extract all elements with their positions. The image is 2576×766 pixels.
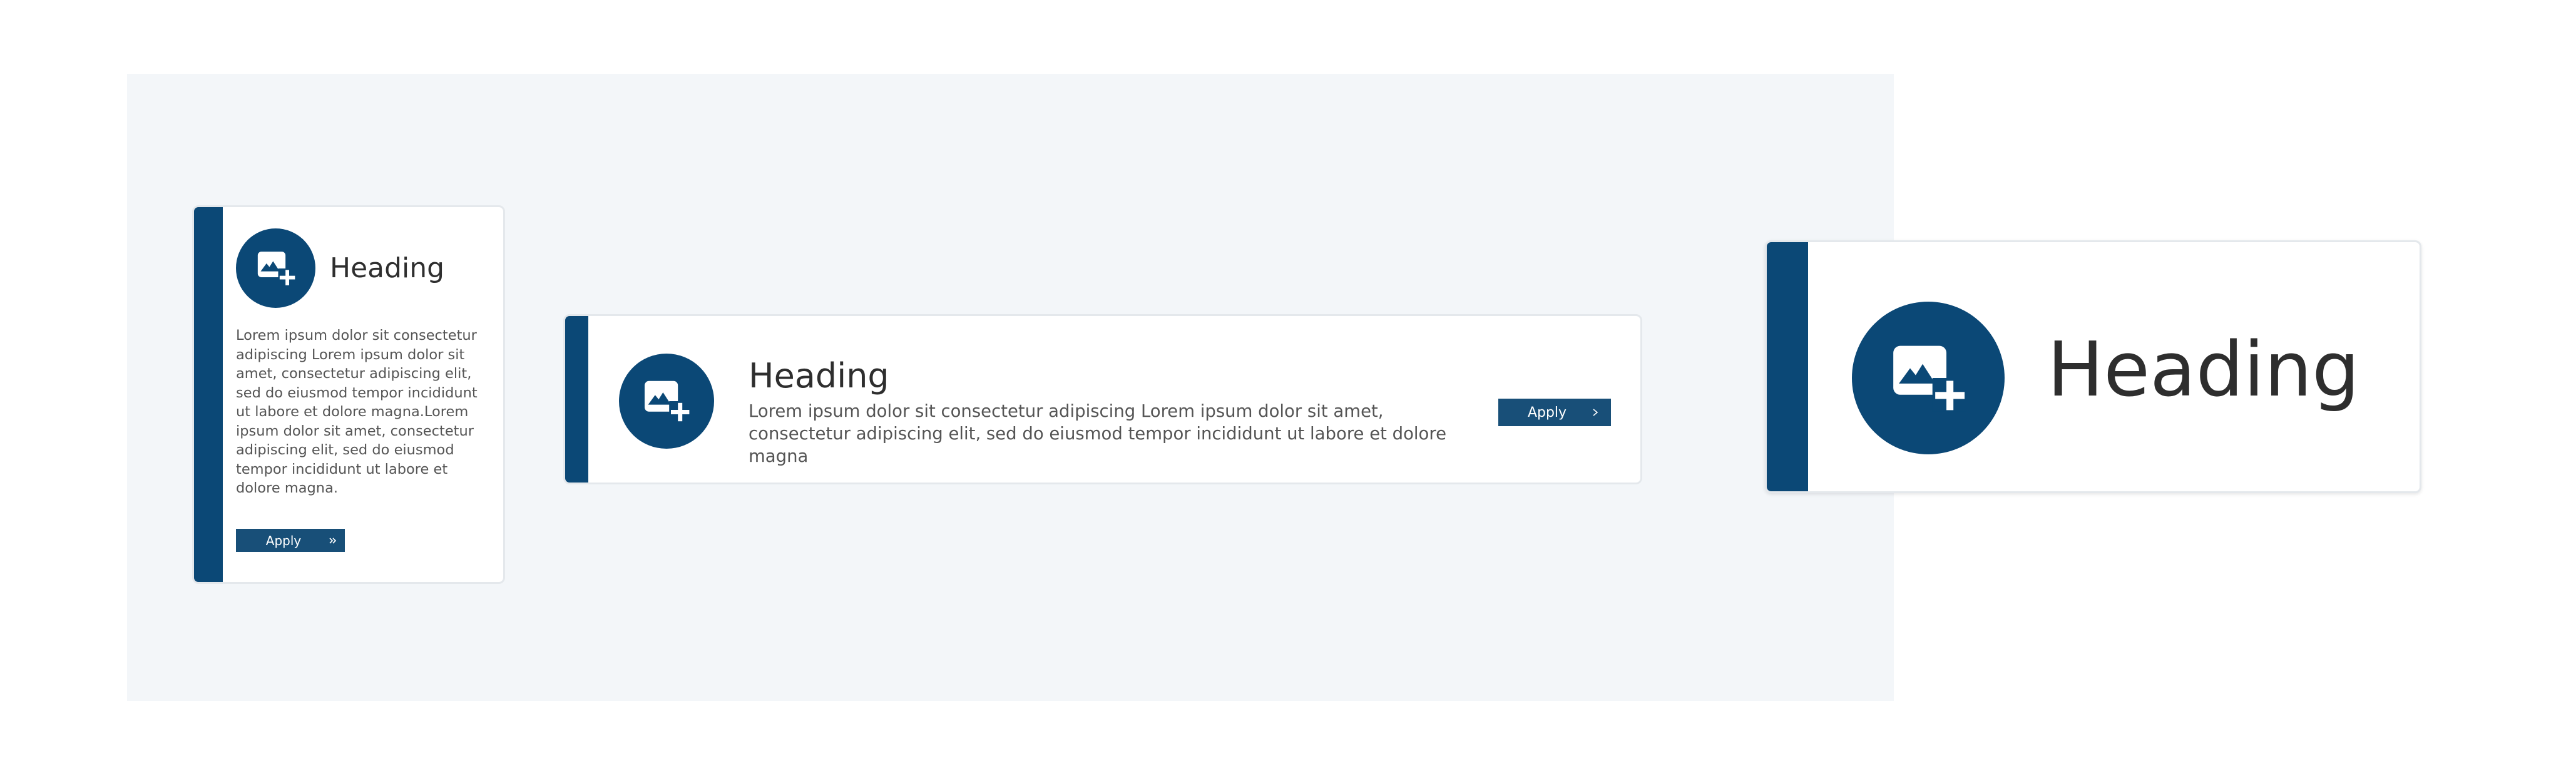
image-add-icon bbox=[619, 354, 714, 449]
card-heading: Heading bbox=[749, 356, 889, 396]
large-heading-card: Heading bbox=[1765, 240, 2421, 493]
canvas: Heading Lorem ipsum dolor sit consectetu… bbox=[0, 0, 2576, 766]
card-accent-bar bbox=[565, 316, 588, 483]
card-heading: Heading bbox=[330, 252, 445, 284]
card-description: Lorem ipsum dolor sit consectetur adipis… bbox=[236, 327, 478, 496]
vertical-card: Heading Lorem ipsum dolor sit consectetu… bbox=[192, 205, 505, 584]
apply-button-label: Apply bbox=[265, 533, 302, 548]
apply-button[interactable]: Apply bbox=[236, 529, 345, 552]
card-accent-bar bbox=[194, 207, 223, 582]
horizontal-card: Heading Lorem ipsum dolor sit consectetu… bbox=[563, 314, 1642, 484]
card-accent-bar bbox=[1767, 242, 1808, 491]
image-add-icon bbox=[1852, 302, 2005, 454]
image-add-icon bbox=[236, 228, 315, 308]
double-chevron-right-icon bbox=[329, 536, 337, 545]
apply-button-label: Apply bbox=[1527, 404, 1567, 421]
card-heading: Heading bbox=[2047, 327, 2360, 414]
apply-button[interactable]: Apply bbox=[1498, 399, 1611, 426]
card-description: Lorem ipsum dolor sit consectetur adipis… bbox=[749, 401, 1446, 466]
chevron-right-icon bbox=[1591, 407, 1600, 417]
